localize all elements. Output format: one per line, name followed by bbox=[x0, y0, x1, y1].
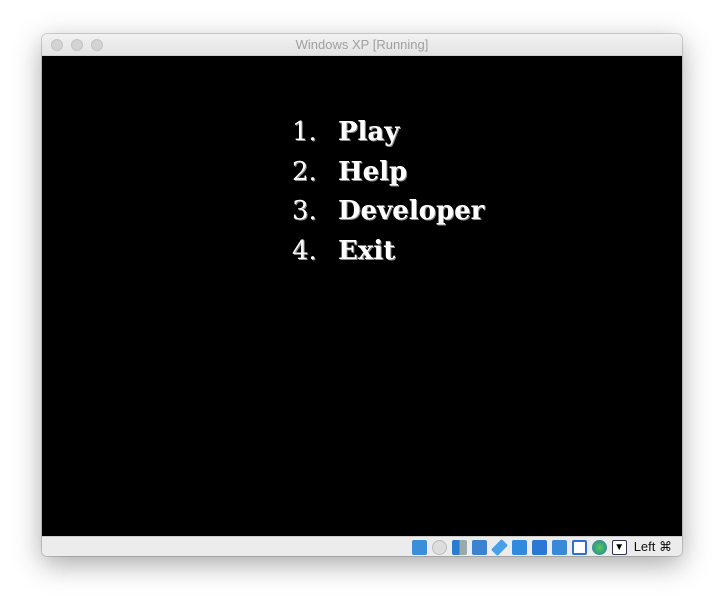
menu-item-developer[interactable]: 3. Developer bbox=[292, 191, 484, 231]
menu-item-help[interactable]: 2. Help bbox=[292, 152, 484, 192]
menu-number: 3. bbox=[292, 196, 317, 226]
hard-disk-icon[interactable] bbox=[411, 539, 427, 555]
audio-icon[interactable] bbox=[451, 539, 467, 555]
network-icon[interactable] bbox=[471, 539, 487, 555]
window-title: Windows XP [Running] bbox=[295, 37, 429, 52]
display-icon[interactable] bbox=[531, 539, 547, 555]
cpu-icon[interactable] bbox=[571, 539, 587, 555]
keyboard-capture-icon[interactable]: ▼ bbox=[611, 539, 627, 555]
mouse-integration-icon[interactable] bbox=[591, 539, 607, 555]
title-bar[interactable]: Windows XP [Running] bbox=[42, 34, 682, 56]
game-menu: 1. Play 2. Help 3. Developer 4. Exit bbox=[292, 112, 484, 270]
shared-folders-icon[interactable] bbox=[511, 539, 527, 555]
menu-label: Developer bbox=[338, 196, 485, 226]
optical-drive-icon[interactable] bbox=[431, 539, 447, 555]
video-capture-icon[interactable] bbox=[551, 539, 567, 555]
menu-label: Help bbox=[338, 156, 408, 187]
menu-number: 1. bbox=[292, 117, 317, 147]
vm-screen[interactable]: 1. Play 2. Help 3. Developer 4. Exit bbox=[42, 56, 682, 536]
menu-item-play[interactable]: 1. Play bbox=[292, 112, 484, 152]
menu-number: 4. bbox=[292, 235, 317, 266]
usb-icon[interactable] bbox=[490, 538, 508, 556]
status-bar: ▼ Left ⌘ bbox=[42, 536, 682, 556]
menu-label: Play bbox=[338, 117, 400, 147]
menu-item-exit[interactable]: 4. Exit bbox=[292, 231, 484, 271]
host-key-label: Left ⌘ bbox=[633, 539, 672, 554]
virtualbox-window: Windows XP [Running] 1. Play 2. Help 3. Dev… bbox=[42, 34, 682, 556]
menu-label: Exit bbox=[338, 235, 396, 266]
menu-number: 2. bbox=[292, 156, 317, 187]
